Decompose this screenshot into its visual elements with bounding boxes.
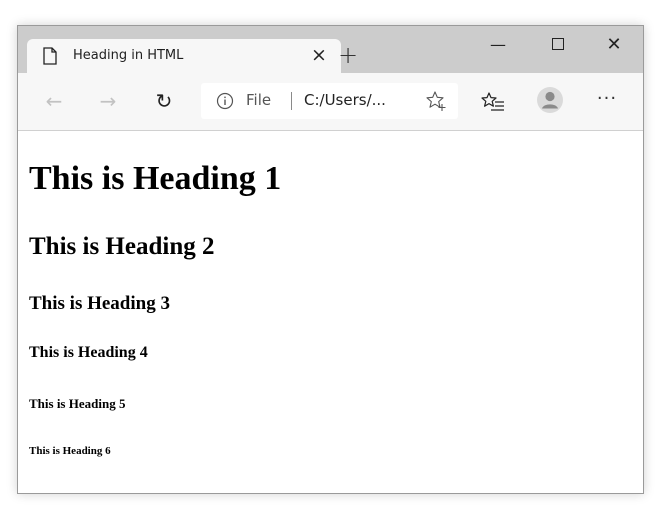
heading-4: This is Heading 4 <box>29 344 148 361</box>
title-bar: Heading in HTML × + — ✕ <box>18 26 643 73</box>
tab-heading-in-html[interactable]: Heading in HTML × <box>27 39 341 73</box>
address-bar[interactable]: File C:/Users/... <box>201 83 458 119</box>
info-icon[interactable] <box>216 92 234 110</box>
page-icon <box>43 47 57 65</box>
heading-2: This is Heading 2 <box>29 233 215 260</box>
profile-avatar-icon[interactable] <box>536 86 564 114</box>
heading-6: This is Heading 6 <box>29 445 111 457</box>
heading-1: This is Heading 1 <box>29 160 282 197</box>
refresh-button[interactable]: ↻ <box>149 86 179 116</box>
tab-close-button[interactable]: × <box>307 43 331 67</box>
heading-3: This is Heading 3 <box>29 293 170 314</box>
more-menu-button[interactable]: ··· <box>592 86 622 116</box>
maximize-icon <box>552 38 564 50</box>
window-close-button[interactable]: ✕ <box>592 28 636 62</box>
address-separator <box>291 92 292 110</box>
heading-5: This is Heading 5 <box>29 396 126 411</box>
url-text[interactable]: C:/Users/... <box>304 91 386 109</box>
back-button[interactable]: ← <box>39 86 69 116</box>
forward-button[interactable]: → <box>93 86 123 116</box>
new-tab-button[interactable]: + <box>335 42 361 68</box>
minimize-button[interactable]: — <box>476 28 520 62</box>
maximize-button[interactable] <box>536 28 580 62</box>
page-content: This is Heading 1 This is Heading 2 This… <box>18 131 643 493</box>
add-favorite-star-icon[interactable] <box>425 90 447 112</box>
scheme-label: File <box>246 91 272 109</box>
favorites-icon[interactable] <box>480 89 506 115</box>
tab-title: Heading in HTML <box>73 48 184 63</box>
browser-toolbar: ← → ↻ File C:/Users/... ··· <box>18 73 643 131</box>
browser-window: Heading in HTML × + — ✕ ← → ↻ File C:/Us… <box>17 25 644 494</box>
